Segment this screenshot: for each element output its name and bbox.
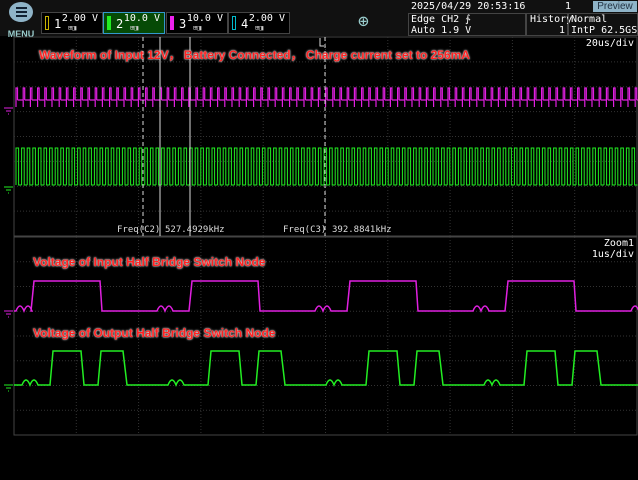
output-annotation: Voltage of Output Half Bridge Switch Nod…: [33, 326, 276, 340]
freq-c2-label: Freq(C2): [117, 225, 161, 235]
freq-c3-label: Freq(C3): [283, 225, 327, 235]
freq-c2-value: 527.4929kHz: [165, 225, 225, 235]
zoom-timebase: 1us/div: [591, 249, 634, 260]
freq-c3-value: 392.8841kHz: [332, 225, 392, 235]
zoom-label: Zoom1: [603, 238, 634, 249]
main-timebase: 20us/div: [585, 38, 634, 49]
ground-marker-icon: [4, 310, 13, 318]
waveform-display[interactable]: [0, 0, 638, 480]
title-annotation: Waveform of Input 12V， Battery Connected…: [39, 48, 470, 62]
input-annotation: Voltage of Input Half Bridge Switch Node: [33, 255, 266, 269]
ground-marker-icon: [4, 186, 13, 194]
ground-marker-icon: [4, 384, 13, 392]
ground-marker-icon: [4, 107, 13, 115]
